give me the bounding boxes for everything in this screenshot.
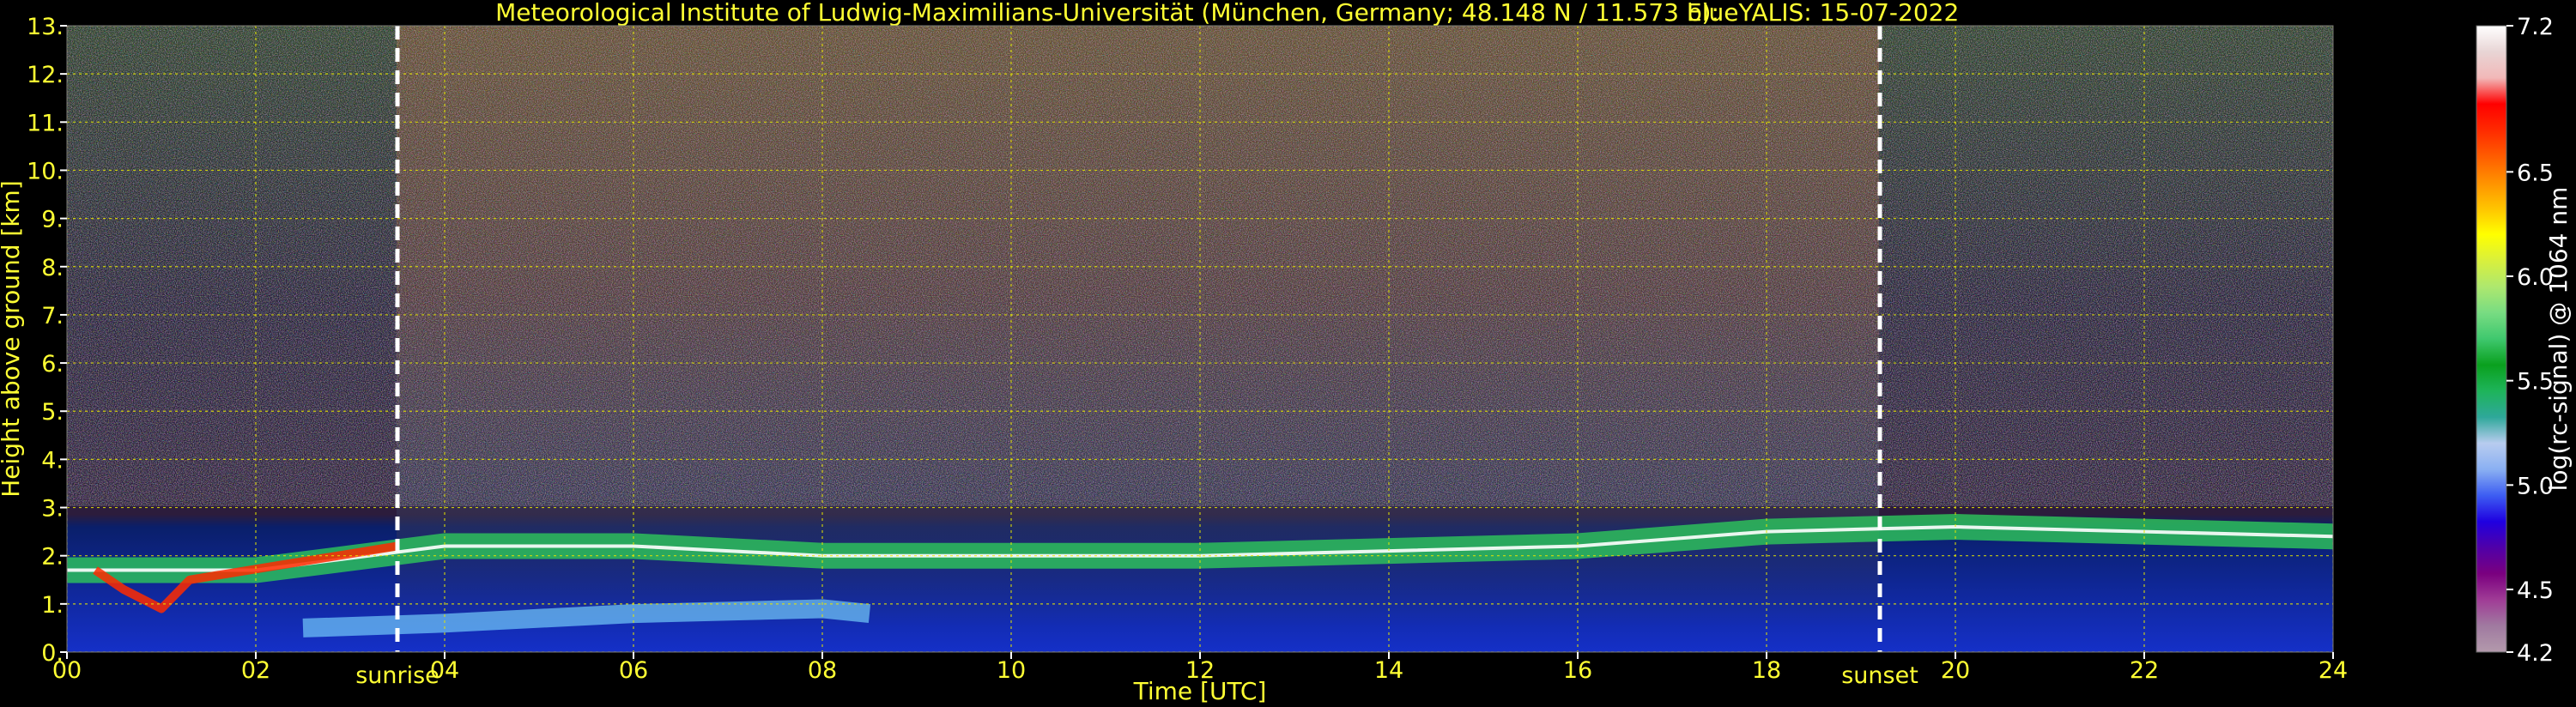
x-tick-label: 02 — [241, 657, 270, 684]
x-tick-label: 16 — [1563, 657, 1592, 684]
sunset-label: sunset — [1841, 662, 1918, 689]
colorbar-tick-label: 6.5 — [2517, 160, 2554, 186]
chart-subtitle: blueYALIS: 15-07-2022 — [1687, 0, 1959, 27]
colorbar-tick-label: 4.2 — [2517, 640, 2554, 667]
plot-area — [67, 26, 2333, 652]
y-tick-label: 4. — [41, 447, 64, 474]
y-axis-label: Height above ground [km] — [0, 180, 25, 498]
x-tick-label: 20 — [1941, 657, 1970, 684]
x-axis-label: Time [UTC] — [1133, 677, 1267, 705]
colorbar-tick-label: 7.2 — [2517, 14, 2554, 40]
x-tick-label: 18 — [1752, 657, 1781, 684]
y-tick-label: 12. — [27, 62, 64, 88]
y-tick-label: 13. — [27, 14, 64, 40]
x-tick-label: 06 — [619, 657, 648, 684]
x-tick-label: 08 — [808, 657, 837, 684]
lidar-quicklook-chart: Meteorological Institute of Ludwig-Maxim… — [0, 0, 2573, 705]
y-tick-label: 11. — [27, 110, 64, 136]
y-tick-label: 1. — [41, 592, 64, 619]
y-axis-ticks: 0. 1. 2. 3. 4. 5. 6. 7. 8. 9. 10. 11. 12. 13. — [27, 14, 67, 667]
y-tick-label: 6. — [41, 351, 64, 378]
x-tick-label: 24 — [2318, 657, 2348, 684]
x-tick-label: 22 — [2130, 657, 2159, 684]
y-tick-label: 5. — [41, 399, 64, 426]
y-tick-label: 9. — [41, 207, 64, 233]
colorbar-label: log(rc-signal) @ 1064 nm — [2544, 187, 2573, 492]
x-tick-label: 14 — [1374, 657, 1403, 684]
chart-title: Meteorological Institute of Ludwig-Maxim… — [495, 0, 1719, 27]
colorbar-tick-label: 4.5 — [2517, 577, 2554, 604]
colorbar-fill — [2476, 26, 2506, 652]
y-tick-label: 2. — [41, 544, 64, 571]
colorbar: 4.24.55.05.56.06.57.2 log(rc-signal) @ 1… — [2476, 14, 2573, 667]
y-tick-label: 0. — [41, 640, 64, 667]
y-tick-label: 8. — [41, 255, 64, 281]
x-tick-label: 10 — [997, 657, 1026, 684]
y-tick-label: 7. — [41, 303, 64, 329]
y-tick-label: 10. — [27, 158, 64, 184]
sunrise-label: sunrise — [355, 662, 439, 689]
y-tick-label: 3. — [41, 496, 64, 523]
